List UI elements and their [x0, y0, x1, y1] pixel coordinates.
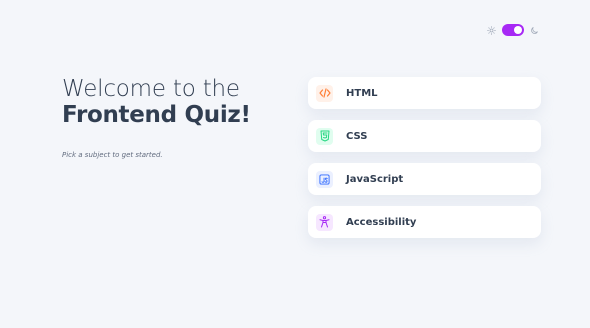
quiz-start-page: Welcome to the Frontend Quiz! Pick a sub… [0, 0, 590, 328]
subject-list: HTML CSS JavaScript Accessibility [308, 77, 541, 238]
moon-icon [530, 26, 539, 35]
switch-knob [514, 26, 522, 34]
subject-html-label: HTML [346, 87, 378, 99]
subject-html-button[interactable]: HTML [308, 77, 541, 109]
theme-toggle [487, 23, 539, 37]
javascript-icon [316, 170, 333, 188]
welcome-subtitle: Pick a subject to get started. [62, 151, 163, 159]
subject-css-label: CSS [346, 130, 368, 142]
dark-mode-switch[interactable] [502, 24, 524, 36]
subject-css-button[interactable]: CSS [308, 120, 541, 152]
subject-accessibility-button[interactable]: Accessibility [308, 206, 541, 238]
subject-accessibility-label: Accessibility [346, 216, 417, 228]
sun-icon [487, 25, 496, 35]
subject-javascript-label: JavaScript [346, 173, 404, 185]
welcome-heading: Welcome to the Frontend Quiz! [62, 76, 282, 128]
code-icon [316, 84, 333, 102]
subject-javascript-button[interactable]: JavaScript [308, 163, 541, 195]
css-shield-icon [316, 127, 333, 145]
welcome-line-2: Frontend Quiz! [62, 102, 251, 128]
accessibility-icon [316, 213, 333, 231]
welcome-line-1: Welcome to the [62, 76, 240, 102]
